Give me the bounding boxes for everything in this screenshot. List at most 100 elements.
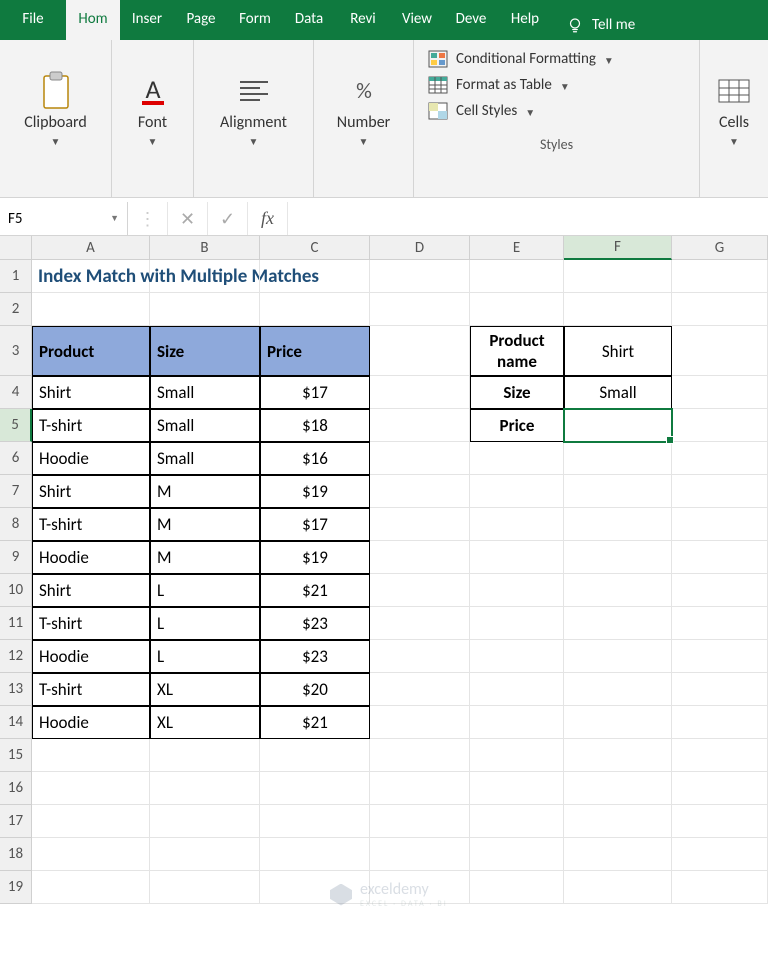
cell-F15[interactable]	[564, 739, 672, 772]
cell-D16[interactable]	[370, 772, 470, 805]
row-header-2[interactable]: 2	[0, 293, 32, 326]
cell-G17[interactable]	[672, 805, 768, 838]
number-icon[interactable]: %	[343, 70, 385, 112]
cell-B13[interactable]: XL	[150, 673, 260, 706]
cell-C3[interactable]: Price	[260, 326, 370, 376]
tab-data[interactable]: Data	[282, 0, 336, 40]
cell-E6[interactable]	[470, 442, 564, 475]
cell-B19[interactable]	[150, 871, 260, 904]
font-icon[interactable]: A	[132, 70, 174, 112]
cell-G16[interactable]	[672, 772, 768, 805]
cell-B17[interactable]	[150, 805, 260, 838]
cell-B5[interactable]: Small	[150, 409, 260, 442]
cell-C14[interactable]: $21	[260, 706, 370, 739]
cell-C11[interactable]: $23	[260, 607, 370, 640]
cell-E12[interactable]	[470, 640, 564, 673]
cell-B7[interactable]: M	[150, 475, 260, 508]
cell-B15[interactable]	[150, 739, 260, 772]
cell-F13[interactable]	[564, 673, 672, 706]
tab-developer[interactable]: Deve	[444, 0, 498, 40]
cell-B9[interactable]: M	[150, 541, 260, 574]
cell-F12[interactable]	[564, 640, 672, 673]
cell-D12[interactable]	[370, 640, 470, 673]
cell-G5[interactable]	[672, 409, 768, 442]
cell-G12[interactable]	[672, 640, 768, 673]
namebox-dropdown-icon[interactable]: ▼	[110, 213, 119, 224]
format-as-table-button[interactable]: Format as Table ▼	[426, 72, 687, 98]
cells-dropdown-icon[interactable]: ▼	[729, 135, 739, 148]
cell-D18[interactable]	[370, 838, 470, 871]
cell-C18[interactable]	[260, 838, 370, 871]
row-header-7[interactable]: 7	[0, 475, 32, 508]
namebox-expand-icon[interactable]: ⋮	[128, 202, 168, 235]
cell-F17[interactable]	[564, 805, 672, 838]
row-header-11[interactable]: 11	[0, 607, 32, 640]
cell-styles-button[interactable]: Cell Styles ▼	[426, 98, 687, 124]
cell-B18[interactable]	[150, 838, 260, 871]
clipboard-dropdown-icon[interactable]: ▼	[51, 135, 61, 148]
col-header-E[interactable]: E	[470, 236, 564, 260]
row-header-13[interactable]: 13	[0, 673, 32, 706]
col-header-C[interactable]: C	[260, 236, 370, 260]
cell-C13[interactable]: $20	[260, 673, 370, 706]
cell-G8[interactable]	[672, 508, 768, 541]
cell-C9[interactable]: $19	[260, 541, 370, 574]
cell-D6[interactable]	[370, 442, 470, 475]
cell-D1[interactable]	[370, 260, 470, 293]
cell-A12[interactable]: Hoodie	[32, 640, 150, 673]
cell-A15[interactable]	[32, 739, 150, 772]
cell-E10[interactable]	[470, 574, 564, 607]
cell-A11[interactable]: T-shirt	[32, 607, 150, 640]
cell-C4[interactable]: $17	[260, 376, 370, 409]
col-header-A[interactable]: A	[32, 236, 150, 260]
row-header-8[interactable]: 8	[0, 508, 32, 541]
clipboard-label[interactable]: Clipboard	[24, 114, 87, 132]
cell-A17[interactable]	[32, 805, 150, 838]
cell-F4[interactable]: Small	[564, 376, 672, 409]
cell-A8[interactable]: T-shirt	[32, 508, 150, 541]
alignment-dropdown-icon[interactable]: ▼	[249, 135, 259, 148]
cell-E19[interactable]	[470, 871, 564, 904]
cell-C6[interactable]: $16	[260, 442, 370, 475]
font-dropdown-icon[interactable]: ▼	[148, 135, 158, 148]
select-all-corner[interactable]	[0, 236, 32, 260]
row-header-14[interactable]: 14	[0, 706, 32, 739]
cell-D8[interactable]	[370, 508, 470, 541]
alignment-label[interactable]: Alignment	[220, 114, 287, 132]
cell-E4[interactable]: Size	[470, 376, 564, 409]
cell-D15[interactable]	[370, 739, 470, 772]
cell-D4[interactable]	[370, 376, 470, 409]
tab-file[interactable]: File	[0, 0, 66, 40]
number-label[interactable]: Number	[337, 114, 390, 132]
alignment-icon[interactable]	[233, 70, 275, 112]
cell-A13[interactable]: T-shirt	[32, 673, 150, 706]
col-header-B[interactable]: B	[150, 236, 260, 260]
cell-C7[interactable]: $19	[260, 475, 370, 508]
cell-G2[interactable]	[672, 293, 768, 326]
cells-icon[interactable]	[713, 70, 755, 112]
cell-C1[interactable]	[260, 260, 370, 293]
col-header-D[interactable]: D	[370, 236, 470, 260]
number-dropdown-icon[interactable]: ▼	[359, 135, 369, 148]
cell-E9[interactable]	[470, 541, 564, 574]
cell-E8[interactable]	[470, 508, 564, 541]
cell-B3[interactable]: Size	[150, 326, 260, 376]
row-header-4[interactable]: 4	[0, 376, 32, 409]
cell-B4[interactable]: Small	[150, 376, 260, 409]
cell-F19[interactable]	[564, 871, 672, 904]
cell-A2[interactable]	[32, 293, 150, 326]
cell-C2[interactable]	[260, 293, 370, 326]
cell-G6[interactable]	[672, 442, 768, 475]
cell-C8[interactable]: $17	[260, 508, 370, 541]
cell-G10[interactable]	[672, 574, 768, 607]
cell-B16[interactable]	[150, 772, 260, 805]
row-header-9[interactable]: 9	[0, 541, 32, 574]
cell-A10[interactable]: Shirt	[32, 574, 150, 607]
cell-G1[interactable]	[672, 260, 768, 293]
cell-A4[interactable]: Shirt	[32, 376, 150, 409]
cell-D7[interactable]	[370, 475, 470, 508]
name-box[interactable]: F5 ▼	[0, 202, 128, 235]
cell-G3[interactable]	[672, 326, 768, 376]
cell-B12[interactable]: L	[150, 640, 260, 673]
cell-A9[interactable]: Hoodie	[32, 541, 150, 574]
